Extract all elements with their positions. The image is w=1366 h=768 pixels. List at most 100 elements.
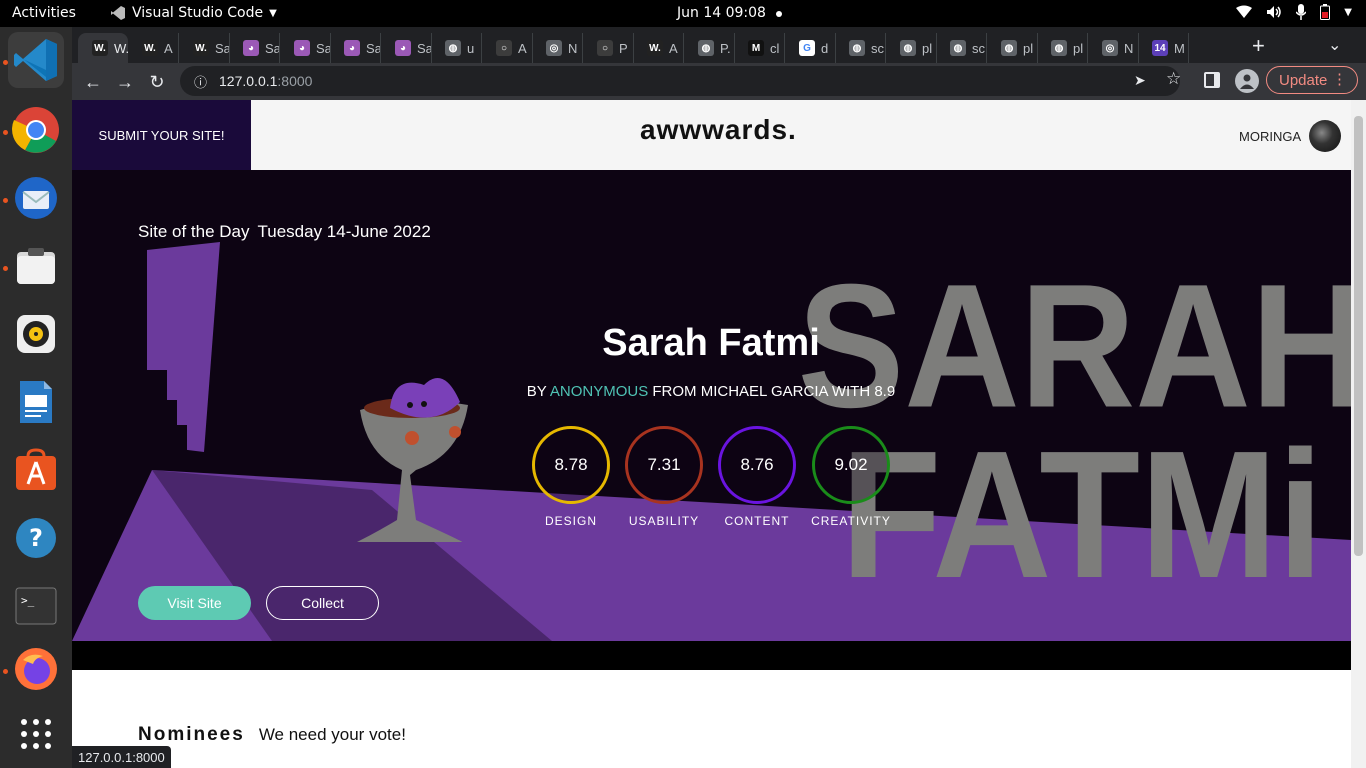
site-logo[interactable]: awwwards.	[640, 114, 797, 146]
browser-tab[interactable]: ○ P	[583, 33, 634, 63]
app-grid-icon[interactable]	[8, 706, 64, 762]
forward-button[interactable]: →	[112, 69, 138, 95]
browser-tab[interactable]: ◍ P.	[684, 33, 735, 63]
user-avatar[interactable]	[1309, 120, 1341, 152]
more-menu-icon[interactable]: ⋮	[1332, 70, 1347, 88]
author-link[interactable]: ANONYMOUS	[550, 383, 648, 400]
browser-tab[interactable]: ◕ Sa	[280, 33, 331, 63]
browser-tab[interactable]: ◕ Sa	[330, 33, 381, 63]
browser-tab[interactable]: ○ A	[482, 33, 533, 63]
collect-button[interactable]: Collect	[266, 586, 379, 620]
tab-label: A	[518, 40, 527, 56]
tab-favicon-icon: ◍	[900, 40, 916, 56]
system-tray[interactable]: ▼	[1236, 4, 1352, 20]
writer-icon[interactable]	[8, 374, 64, 430]
app-menu[interactable]: Visual Studio Code ▼	[110, 5, 277, 21]
browser-tab[interactable]: ◍ sc	[936, 33, 987, 63]
help-icon[interactable]: ?	[8, 510, 64, 566]
vscode-small-icon	[111, 6, 125, 20]
tab-label: pl	[922, 40, 933, 56]
send-icon[interactable]: ➤	[1134, 72, 1146, 89]
score-ring: 7.31	[625, 426, 703, 504]
tab-favicon-icon: ○	[496, 40, 512, 56]
browser-tab-strip: W.W.✕W.AW.Sa◕Sa◕Sa◕Sa◕Sa◍u○A◎N○PW.A◍P.Mc…	[72, 27, 1366, 63]
score-ring: 9.02	[812, 426, 890, 504]
reload-button[interactable]: ↻	[144, 69, 170, 95]
browser-tab[interactable]: ◍ pl	[987, 33, 1038, 63]
tab-label: A	[669, 40, 678, 56]
site-title[interactable]: Sarah Fatmi	[511, 322, 911, 365]
browser-tab[interactable]: ◍ u	[431, 33, 482, 63]
wifi-icon	[1236, 5, 1253, 18]
tab-favicon-icon: W.	[647, 40, 663, 56]
tab-favicon-icon: M	[748, 40, 764, 56]
tab-favicon-icon: ◍	[950, 40, 966, 56]
score-label: DESIGN	[544, 514, 597, 528]
browser-tab[interactable]: ◎ N	[532, 33, 583, 63]
moon-shape	[669, 232, 708, 292]
tab-favicon-icon: ◍	[698, 40, 714, 56]
tab-label: Sa	[316, 40, 331, 56]
browser-tab[interactable]: W. A	[633, 33, 684, 63]
chrome-icon[interactable]	[8, 102, 64, 158]
info-icon[interactable]: ⓘ	[194, 72, 207, 91]
files-icon[interactable]	[8, 238, 64, 294]
tab-favicon-icon: G	[799, 40, 815, 56]
browser-tab[interactable]: ◕ Sa	[229, 33, 280, 63]
browser-tab[interactable]: 14 M	[1138, 33, 1189, 63]
browser-tab[interactable]: W.W.✕	[78, 33, 128, 63]
browser-tab[interactable]: Mcl	[734, 33, 785, 63]
firefox-icon[interactable]	[8, 641, 64, 697]
terminal-icon[interactable]: >_	[8, 578, 64, 634]
hero-section: SARAH FATMi Site of the Day Tuesday 14-Ju…	[72, 170, 1351, 641]
vscode-icon[interactable]	[8, 32, 64, 88]
score-design: 8.78 DESIGN	[531, 426, 611, 528]
tab-favicon-icon: ◕	[344, 40, 360, 56]
software-icon[interactable]	[8, 442, 64, 498]
status-url: 127.0.0.1:8000	[72, 746, 171, 768]
tab-favicon-icon: ◕	[294, 40, 310, 56]
tab-favicon-icon: ◎	[1102, 40, 1118, 56]
browser-tab[interactable]: ◍ pl	[1037, 33, 1088, 63]
volume-icon	[1267, 6, 1282, 18]
browser-tab[interactable]: Gd	[785, 33, 836, 63]
score-ring: 8.76	[718, 426, 796, 504]
side-panel-icon[interactable]	[1204, 72, 1220, 88]
person-icon	[1240, 74, 1254, 89]
browser-tab[interactable]: W. Sa	[179, 33, 230, 63]
browser-tab[interactable]: W. A	[128, 33, 179, 63]
tab-favicon-icon: ○	[597, 40, 613, 56]
bookmark-star-icon[interactable]: ☆	[1166, 69, 1181, 89]
score-label: CONTENT	[724, 514, 790, 528]
thunderbird-icon[interactable]	[8, 170, 64, 226]
chevron-down-icon: ▼	[1344, 6, 1352, 18]
tab-label: A	[164, 40, 173, 56]
tab-label: Sa	[215, 40, 230, 56]
running-indicator	[3, 130, 8, 135]
back-button[interactable]: ←	[80, 69, 106, 95]
browser-tab[interactable]: ◍ pl	[886, 33, 937, 63]
app-menu-label: Visual Studio Code	[132, 5, 264, 21]
rhythmbox-icon[interactable]	[8, 306, 64, 362]
browser-tab[interactable]: ◍ sc	[835, 33, 886, 63]
user-name[interactable]: MORINGA	[1239, 129, 1301, 144]
profile-avatar[interactable]	[1235, 69, 1259, 93]
browser-tab[interactable]: ◕ Sa	[381, 33, 432, 63]
tab-favicon-icon: ◍	[445, 40, 461, 56]
update-button[interactable]: Update ⋮	[1266, 66, 1358, 94]
new-tab-button[interactable]: +	[1252, 33, 1265, 59]
nominees-subtitle: We need your vote!	[258, 725, 406, 744]
scrollbar-thumb[interactable]	[1354, 116, 1363, 556]
activities-button[interactable]: Activities	[12, 5, 76, 21]
clock[interactable]: Jun 14 09:08	[677, 5, 766, 21]
url-port: :8000	[277, 73, 313, 89]
page-scrollbar[interactable]	[1351, 100, 1366, 768]
submit-site-button[interactable]: SUBMIT YOUR SITE!	[72, 100, 251, 170]
tab-label: pl	[1073, 40, 1084, 56]
site-header: SUBMIT YOUR SITE! awwwards. MORINGA	[72, 100, 1351, 170]
visit-site-button[interactable]: Visit Site	[138, 586, 251, 620]
browser-tab[interactable]: ◎ N	[1088, 33, 1139, 63]
tab-search-button[interactable]: ⌄	[1328, 35, 1341, 55]
score-ring: 8.78	[532, 426, 610, 504]
address-bar[interactable]: ⓘ 127.0.0.1:8000	[180, 66, 1180, 96]
